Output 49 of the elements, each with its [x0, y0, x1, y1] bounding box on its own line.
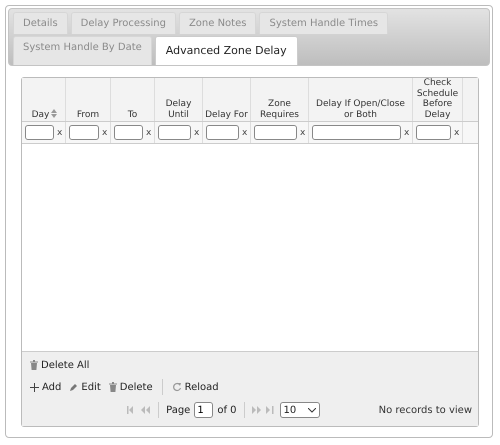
page-label: Page	[166, 404, 190, 416]
column-header[interactable]: Delay If Open/Close or Both	[309, 78, 413, 121]
clear-filter-button[interactable]: x	[404, 128, 412, 138]
filter-field[interactable]	[254, 125, 297, 140]
filter-field[interactable]	[416, 125, 451, 140]
sort-icon	[51, 109, 58, 118]
column-label: Delay Until	[164, 99, 192, 121]
reload-button[interactable]: Reload	[170, 382, 221, 392]
clear-filter-button[interactable]: x	[102, 128, 110, 138]
trash-icon	[108, 382, 117, 392]
clear-filter-button[interactable]: x	[454, 128, 462, 138]
column-label: Day	[30, 110, 50, 121]
clear-filter-button[interactable]: x	[194, 128, 202, 138]
pencil-icon	[69, 382, 78, 392]
edit-button[interactable]: Edit	[67, 382, 103, 392]
clear-filter-button[interactable]: x	[146, 128, 154, 138]
column-header[interactable]: To	[111, 78, 155, 121]
filter-field[interactable]	[25, 125, 54, 140]
page-count: of 0	[217, 404, 237, 416]
column-header[interactable]: Zone Requires	[251, 78, 309, 121]
column-header[interactable]: Day	[22, 78, 66, 121]
filter-field[interactable]	[312, 125, 401, 140]
trash-icon	[30, 360, 38, 370]
column-label: From	[76, 110, 100, 121]
column-header[interactable]: From	[66, 78, 111, 121]
plus-icon	[30, 382, 39, 392]
records-status: No records to view	[378, 404, 472, 416]
chevron-down-icon	[308, 408, 316, 412]
clear-filter-button[interactable]: x	[300, 128, 308, 138]
tab[interactable]: Advanced Zone Delay	[154, 36, 298, 65]
reload-icon	[172, 382, 182, 392]
filter-field[interactable]	[69, 125, 99, 140]
clear-filter-button[interactable]: x	[242, 128, 250, 138]
clear-filter-button[interactable]: x	[57, 128, 65, 138]
column-label: To	[126, 110, 138, 121]
filter-field[interactable]	[158, 125, 191, 140]
column-header[interactable]: Check Schedule Before Delay	[413, 78, 463, 121]
column-label: Delay For	[204, 110, 249, 121]
delete-all-button[interactable]: Delete All	[28, 360, 92, 370]
column-label: Delay If Open/Close or Both	[315, 99, 406, 121]
column-label: Zone Requires	[258, 99, 300, 121]
column-header[interactable]: Delay Until	[155, 78, 203, 121]
add-button[interactable]: Add	[28, 382, 64, 392]
filter-field[interactable]	[206, 125, 239, 140]
page-size-select[interactable]: 10	[280, 402, 320, 418]
filter-field[interactable]	[114, 125, 143, 140]
column-header[interactable]: Delay For	[203, 78, 251, 121]
page-field[interactable]: 1	[194, 402, 214, 418]
delete-button[interactable]: Delete	[106, 382, 155, 392]
